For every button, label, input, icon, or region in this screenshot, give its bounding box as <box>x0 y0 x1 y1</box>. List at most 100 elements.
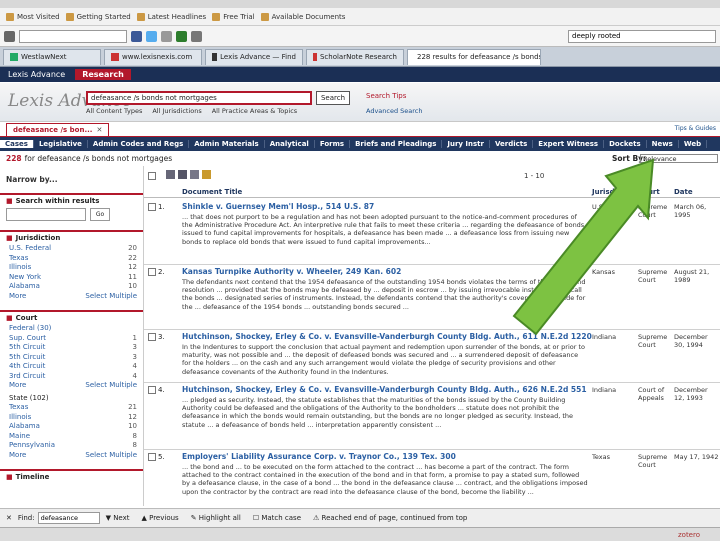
practice-areas-filter[interactable]: All Practice Areas & Topics <box>212 107 297 115</box>
result-checkbox[interactable] <box>148 333 156 341</box>
browser-tab[interactable]: Lexis Advance — Find <box>205 48 303 65</box>
twitter-icon[interactable] <box>146 30 157 42</box>
facet-item[interactable]: Texas 22 <box>0 254 143 264</box>
zotero-button[interactable]: zotero <box>678 531 700 539</box>
jurisdiction-heading[interactable]: ■ Jurisdiction <box>0 230 143 242</box>
email-icon[interactable] <box>190 170 199 179</box>
address-bar[interactable] <box>19 29 127 43</box>
search-within-heading[interactable]: ■ Search within results <box>0 193 143 205</box>
tab-dockets[interactable]: Dockets <box>604 140 647 148</box>
facet-item[interactable]: Alabama 10 <box>0 282 143 292</box>
search-within-go-button[interactable]: Go <box>90 208 110 221</box>
result-title-link[interactable]: Shinkle v. Guernsey Mem'l Hosp., 514 U.S… <box>182 202 374 211</box>
search-tips-link[interactable]: Search Tips <box>366 92 406 100</box>
delivery-icon[interactable] <box>166 170 175 179</box>
back-icon[interactable] <box>4 30 15 42</box>
facet-item[interactable]: Illinois 12 <box>0 413 143 423</box>
col-court[interactable]: Court <box>638 188 660 196</box>
result-title-link[interactable]: Kansas Turnpike Authority v. Wheeler, 24… <box>182 267 401 276</box>
search-button[interactable]: Search <box>316 91 350 105</box>
tab-expert-witness[interactable]: Expert Witness <box>533 140 605 148</box>
browser-tab[interactable]: www.lexisnexis.com <box>104 48 202 65</box>
col-document-title[interactable]: Document Title <box>182 188 242 196</box>
facet-item[interactable]: Pennsylvania 8 <box>0 441 143 451</box>
bookmark-available-documents[interactable]: Available Documents <box>260 12 345 21</box>
more-link[interactable]: More <box>9 451 26 461</box>
state-subheading[interactable]: State (102) <box>0 394 143 404</box>
tab-forms[interactable]: Forms <box>315 140 351 148</box>
tab-cases[interactable]: Cases <box>0 140 34 148</box>
bookmark-most-visited[interactable]: Most Visited <box>6 12 60 21</box>
green-circle-icon[interactable] <box>176 30 187 42</box>
result-checkbox[interactable] <box>148 268 156 276</box>
facet-item[interactable]: Federal (30) <box>0 324 143 334</box>
tab-web[interactable]: Web <box>679 140 708 148</box>
select-multiple-link[interactable]: Select Multiple <box>85 381 137 391</box>
col-jurisdiction[interactable]: Jurisdiction <box>592 188 637 196</box>
tab-legislative[interactable]: Legislative <box>34 140 88 148</box>
facet-item[interactable]: 4th Circuit 4 <box>0 362 143 372</box>
browser-tab[interactable]: WestlawNext <box>3 48 101 65</box>
facet-item[interactable]: Maine 8 <box>0 432 143 442</box>
result-title-link[interactable]: Hutchinson, Shockey, Erley & Co. v. Evan… <box>182 332 592 341</box>
facet-item[interactable]: Alabama 10 <box>0 422 143 432</box>
find-previous-button[interactable]: ▲ Previous <box>142 514 179 522</box>
tab-admin-codes[interactable]: Admin Codes and Regs <box>88 140 190 148</box>
content-types-filter[interactable]: All Content Types <box>86 107 142 115</box>
pagination[interactable]: 1 - 10 <box>524 172 544 180</box>
facet-item[interactable]: New York 11 <box>0 273 143 283</box>
find-close-icon[interactable]: ✕ <box>6 514 12 522</box>
tab-jury-instr[interactable]: Jury Instr <box>442 140 490 148</box>
highlight-all-button[interactable]: ✎ Highlight all <box>191 514 241 522</box>
facet-item[interactable]: Sup. Court 1 <box>0 334 143 344</box>
facet-item[interactable]: 5th Circuit 3 <box>0 343 143 353</box>
jurisdictions-filter[interactable]: All Jurisdictions <box>152 107 201 115</box>
select-multiple-link[interactable]: Select Multiple <box>85 292 137 302</box>
print-icon[interactable] <box>178 170 187 179</box>
research-menu[interactable]: Research <box>75 69 131 80</box>
settings-icon[interactable] <box>191 30 202 42</box>
tab-analytical[interactable]: Analytical <box>265 140 315 148</box>
facet-item[interactable]: Illinois 12 <box>0 263 143 273</box>
close-icon[interactable]: ✕ <box>96 126 102 134</box>
browser-tab-active[interactable]: 228 results for defeasance /s bonds... <box>407 48 541 65</box>
advanced-search-link[interactable]: Advanced Search <box>366 107 423 115</box>
facet-item[interactable]: Texas 21 <box>0 403 143 413</box>
result-title-link[interactable]: Employers' Liability Assurance Corp. v. … <box>182 452 456 461</box>
browser-search-input[interactable] <box>568 29 716 43</box>
sort-select[interactable]: Relevance <box>640 154 718 163</box>
tab-admin-materials[interactable]: Admin Materials <box>189 140 265 148</box>
select-all-checkbox[interactable] <box>148 172 156 180</box>
tab-briefs[interactable]: Briefs and Pleadings <box>350 140 443 148</box>
bookmark-free-trial[interactable]: Free Trial <box>212 12 255 21</box>
result-checkbox[interactable] <box>148 453 156 461</box>
more-link[interactable]: More <box>9 292 26 302</box>
bookmark-latest-headlines[interactable]: Latest Headlines <box>136 12 206 21</box>
print-icon[interactable] <box>161 30 172 42</box>
lexis-brand[interactable]: Lexis Advance <box>8 70 65 79</box>
court-heading[interactable]: ■ Court <box>0 310 143 322</box>
folder-icon[interactable] <box>202 170 211 179</box>
bookmark-getting-started[interactable]: Getting Started <box>65 12 131 21</box>
result-title-link[interactable]: Hutchinson, Shockey, Erley & Co. v. Evan… <box>182 385 587 394</box>
browser-tab[interactable]: ScholarNote Research <box>306 48 404 65</box>
result-checkbox[interactable] <box>148 386 156 394</box>
tab-news[interactable]: News <box>647 140 679 148</box>
search-within-input[interactable] <box>6 208 86 221</box>
result-tab[interactable]: defeasance /s bon... ✕ <box>6 123 110 136</box>
result-checkbox[interactable] <box>148 203 156 211</box>
more-link[interactable]: More <box>9 381 26 391</box>
facebook-icon[interactable] <box>131 30 142 42</box>
tips-guides-link[interactable]: Tips & Guides <box>675 125 716 132</box>
find-next-button[interactable]: ▼ Next <box>106 514 130 522</box>
search-input[interactable]: defeasance /s bonds not mortgages <box>86 91 312 105</box>
tab-verdicts[interactable]: Verdicts <box>490 140 534 148</box>
find-input[interactable] <box>37 512 100 524</box>
timeline-heading[interactable]: ■ Timeline <box>0 469 143 481</box>
facet-item[interactable]: 5th Circuit 3 <box>0 353 143 363</box>
facet-item[interactable]: U.S. Federal 20 <box>0 244 143 254</box>
match-case-checkbox[interactable]: ☐ Match case <box>253 514 301 522</box>
col-date[interactable]: Date <box>674 188 693 196</box>
select-multiple-link[interactable]: Select Multiple <box>85 451 137 461</box>
facet-item[interactable]: 3rd Circuit 4 <box>0 372 143 382</box>
